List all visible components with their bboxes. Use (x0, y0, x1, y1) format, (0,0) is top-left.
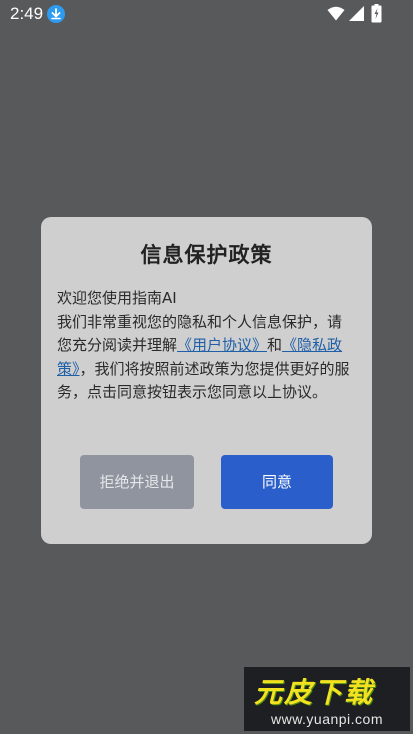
download-icon (47, 5, 65, 23)
status-time: 2:49 (10, 4, 44, 23)
status-bar: 2:49 (0, 0, 413, 28)
connector-text: 和 (267, 336, 283, 354)
watermark-logo-text: 元皮下载 (254, 676, 375, 709)
agree-button[interactable]: 同意 (221, 455, 333, 509)
watermark-logo: 元皮下载 www.yuanpi.com (244, 667, 410, 731)
dialog-body: 欢迎您使用指南AI 我们非常重视您的隐私和个人信息保护，请您充分阅读并理解《用户… (57, 287, 355, 405)
dialog-title: 信息保护政策 (140, 243, 273, 267)
welcome-text: 欢迎您使用指南AI (57, 289, 177, 307)
wifi-icon (327, 6, 345, 26)
battery-icon (371, 4, 382, 28)
privacy-policy-dialog: 信息保护政策 欢迎您使用指南AI 我们非常重视您的隐私和个人信息保护，请您充分阅… (41, 217, 372, 544)
body-text-outro: ，我们将按照前述政策为您提供更好的服务，点击同意按钮表示您同意以上协议。 (57, 359, 350, 402)
signal-icon (349, 6, 364, 26)
watermark-url: www.yuanpi.com (270, 711, 384, 727)
user-agreement-link[interactable]: 《用户协议》 (177, 336, 267, 354)
decline-and-exit-button[interactable]: 拒绝并退出 (80, 455, 194, 509)
